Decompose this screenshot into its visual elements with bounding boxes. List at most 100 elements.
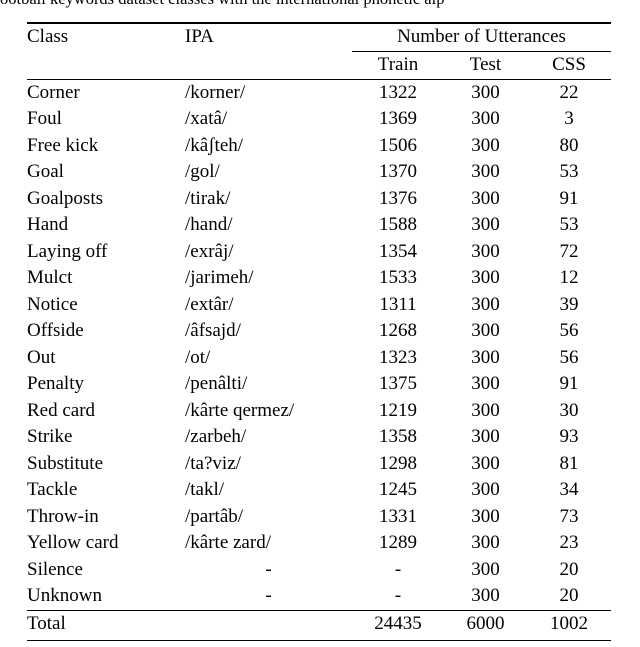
cell-test: 300 [471,108,500,129]
cell-total-train: 24435 [374,612,422,634]
table-row: Notice /extâr/ 1311 300 39 [27,292,611,319]
cell-train: 1331 [379,505,417,527]
cell-test: 300 [471,585,500,606]
cell-class: Tackle [27,479,78,500]
table-row: Goalposts /tirak/ 1376 300 91 [27,186,611,213]
cell-ipa: /zarbeh/ [185,426,247,447]
botrule-left [27,639,352,641]
table-row: Throw-in /partâb/ 1331 300 73 [27,504,611,531]
cell-train: 1298 [379,452,417,474]
table-row: Offside /âfsajd/ 1268 300 56 [27,318,611,345]
cell-css: 81 [559,452,579,474]
cell-test: 300 [471,267,500,288]
dataset-table-container: Class IPA Number of Utterances Train Tes… [27,22,611,641]
cell-ipa: /hand/ [185,214,233,235]
cell-ipa: /xatâ/ [185,108,228,129]
table-row: Hand /hand/ 1588 300 53 [27,212,611,239]
cell-test: 300 [471,161,500,182]
cell-css: 3 [564,108,574,129]
column-header-css: CSS [527,51,611,79]
cell-css: 56 [559,346,579,368]
table-row: Penalty /penâlti/ 1375 300 91 [27,371,611,398]
cell-train: 1370 [379,161,417,182]
table-row: Red card /kârte qermez/ 1219 300 30 [27,398,611,425]
cell-class: Mulct [27,267,73,288]
cell-css: 34 [559,479,579,500]
cell-test: 300 [471,240,500,262]
column-group-header-utterances: Number of Utterances [397,26,566,47]
table-row: Substitute /ta?viz/ 1298 300 81 [27,451,611,478]
cell-test: 300 [471,214,500,235]
cell-class: Free kick [27,134,99,156]
cell-ipa: /partâb/ [185,505,244,527]
cell-css: 80 [559,134,579,156]
dataset-table: Class IPA Number of Utterances Train Tes… [27,22,611,641]
cell-train: 1268 [379,320,417,341]
table-caption-clipped: ootball keywords dataset classes with th… [0,0,640,9]
cell-test: 300 [471,187,500,209]
cell-train: - [394,558,402,580]
cell-ipa: - [265,585,272,606]
cell-css: 93 [559,426,579,447]
column-header-test: Test [444,51,527,79]
cell-test: 300 [471,81,500,103]
cell-ipa: /jarimeh/ [185,267,254,288]
cell-train: 1219 [379,399,417,421]
table-row: Laying off /exrâj/ 1354 300 72 [27,239,611,266]
cell-class: Strike [27,426,73,447]
cell-class: Red card [27,399,96,421]
column-header-train: Train [352,51,444,79]
cell-css: 91 [559,373,579,394]
cell-css: 91 [559,187,579,209]
cell-total-css: 1002 [550,612,588,634]
cell-train: 1588 [379,214,417,235]
cell-total-ipa [185,611,352,641]
cell-total-test: 6000 [466,612,505,634]
cell-test: 300 [471,505,500,527]
cell-train: 1369 [379,108,417,129]
table-row: Unknown - - 300 20 [27,583,611,610]
cell-ipa: /ta?viz/ [185,452,241,474]
cell-ipa: /korner/ [185,81,246,103]
table-row: Yellow card /kârte zard/ 1289 300 23 [27,530,611,557]
cell-css: 20 [559,585,579,606]
cell-class: Goal [27,161,64,182]
cell-test: 300 [471,134,500,156]
column-header-ipa: IPA [185,26,214,47]
cell-class: Goalposts [27,187,103,209]
cell-css: 39 [559,293,579,315]
cell-class: Unknown [27,585,102,606]
table-total-row: Total 24435 6000 1002 [27,611,611,641]
table-row: Foul /xatâ/ 1369 300 3 [27,106,611,133]
cell-class: Offside [27,320,84,341]
cell-train: 1323 [379,346,417,368]
cell-css: 56 [559,320,579,341]
botrule-right [352,639,611,641]
cell-ipa: /kârte qermez/ [185,399,295,421]
cell-test: 300 [471,532,500,553]
cell-ipa: /tirak/ [185,187,231,209]
cell-css: 73 [559,505,579,527]
cell-ipa: /exrâj/ [185,240,234,262]
cell-ipa: /takl/ [185,479,225,500]
cell-test: 300 [471,426,500,447]
cell-class: Hand [27,214,69,235]
cell-css: 12 [559,267,579,288]
cell-ipa: /kâʃteh/ [185,134,244,156]
cell-class: Penalty [27,373,84,394]
cell-css: 53 [559,214,579,235]
cell-train: 1376 [379,187,417,209]
cell-ipa: - [265,558,272,580]
cell-test: 300 [471,452,500,474]
cell-css: 20 [559,558,579,580]
cell-class: Laying off [27,240,108,262]
cell-test: 300 [471,399,500,421]
cell-train: 1506 [379,134,417,156]
cell-train: 1533 [379,267,417,288]
cell-test: 300 [471,293,500,315]
cell-css: 53 [559,161,579,182]
cell-ipa: /kârte zard/ [185,532,271,553]
cell-train: 1354 [379,240,417,262]
table-row: Tackle /takl/ 1245 300 34 [27,477,611,504]
cell-css: 22 [559,81,579,103]
